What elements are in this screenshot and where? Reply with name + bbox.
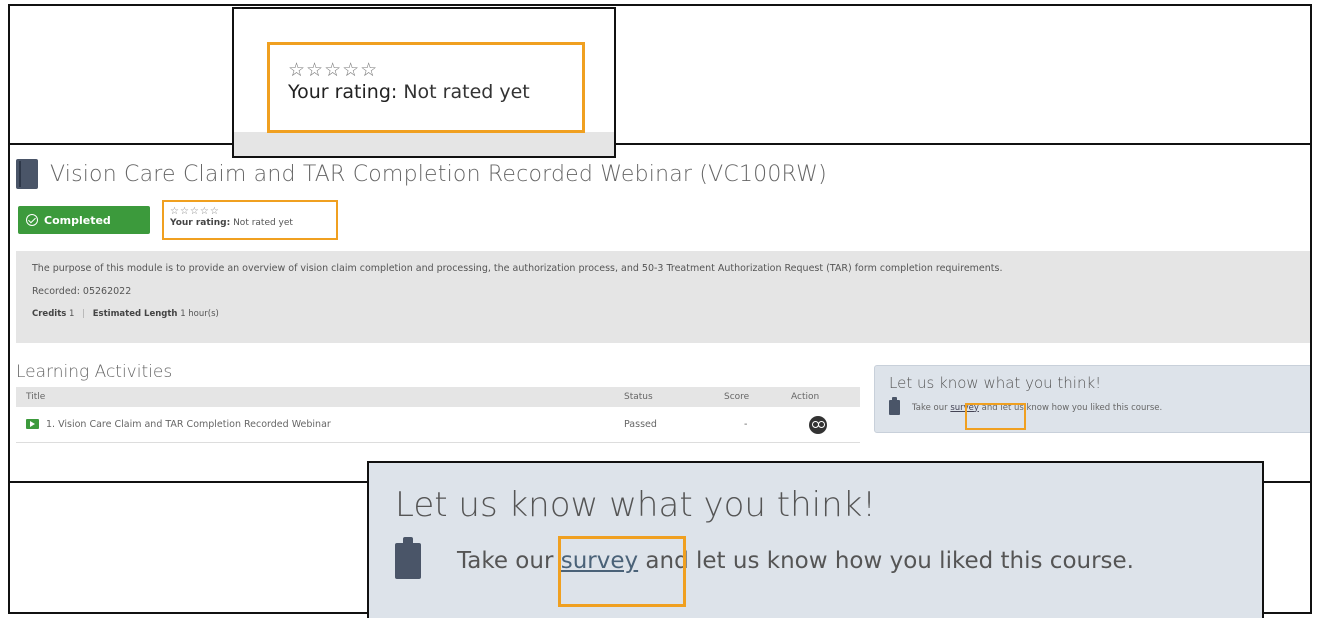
view-action-icon[interactable]: [809, 416, 827, 434]
credits-value: 1: [69, 309, 75, 319]
inset-background-strip: [234, 132, 614, 156]
survey-highlight-box: [965, 403, 1026, 430]
column-score: Score: [724, 392, 750, 402]
check-circle-icon: [26, 214, 38, 226]
divider: |: [82, 309, 86, 319]
rating-stars[interactable]: ☆☆☆☆☆: [170, 206, 330, 218]
activity-status: Passed: [624, 419, 657, 430]
feedback-body-zoomed: Take our survey and let us know how you …: [395, 537, 1236, 579]
rating-label-zoomed: Your rating:: [288, 81, 398, 103]
column-title: Title: [26, 392, 46, 402]
clipboard-icon: [395, 537, 421, 579]
rating-text: Your rating: Not rated yet: [170, 218, 330, 228]
feedback-zoom-inset: Let us know what you think! Take our sur…: [367, 461, 1264, 618]
book-icon: [16, 159, 38, 189]
rating-highlight-box: ☆☆☆☆☆ Your rating: Not rated yet: [267, 42, 585, 133]
course-description: The purpose of this module is to provide…: [16, 251, 1310, 343]
description-text: The purpose of this module is to provide…: [32, 263, 1003, 274]
feedback-text-before-zoomed: Take our: [457, 548, 561, 574]
credits-label: Credits: [32, 309, 67, 319]
activity-score: -: [744, 419, 748, 430]
rating-label: Your rating:: [170, 218, 231, 228]
completed-label: Completed: [44, 213, 111, 227]
credits-line: Credits 1 | Estimated Length 1 hour(s): [32, 309, 1296, 319]
presentation-icon: [26, 419, 39, 429]
column-action: Action: [791, 392, 820, 402]
clipboard-icon: [889, 397, 900, 415]
feedback-body: Take our survey and let us know how you …: [889, 397, 1309, 415]
status-row: Completed ☆☆☆☆☆ Your rating: Not rated y…: [18, 200, 338, 240]
length-value: 1 hour(s): [180, 309, 219, 319]
activity-title[interactable]: 1. Vision Care Claim and TAR Completion …: [46, 419, 331, 430]
course-header: Vision Care Claim and TAR Completion Rec…: [16, 159, 827, 189]
course-page: Vision Care Claim and TAR Completion Rec…: [8, 143, 1312, 483]
learning-activities-table: Title Status Score Action 1. Vision Care…: [16, 387, 860, 443]
course-title: Vision Care Claim and TAR Completion Rec…: [50, 161, 827, 187]
feedback-text-after-zoomed: and let us know how you liked this cours…: [638, 548, 1134, 574]
feedback-text-before: Take our: [912, 402, 951, 413]
feedback-panel: Let us know what you think! Take our sur…: [874, 365, 1310, 433]
rating-text-zoomed: Your rating: Not rated yet: [288, 81, 564, 103]
rating-widget[interactable]: ☆☆☆☆☆ Your rating: Not rated yet: [162, 200, 338, 240]
learning-activities-title: Learning Activities: [16, 362, 173, 382]
length-label: Estimated Length: [92, 309, 178, 319]
recorded-date: Recorded: 05262022: [32, 286, 132, 297]
table-row: 1. Vision Care Claim and TAR Completion …: [16, 407, 860, 443]
feedback-heading-zoomed: Let us know what you think!: [395, 485, 876, 525]
survey-highlight-box-zoomed: [558, 536, 686, 607]
table-header: Title Status Score Action: [16, 387, 860, 407]
rating-stars-zoomed[interactable]: ☆☆☆☆☆: [288, 59, 564, 81]
column-status: Status: [624, 392, 653, 402]
rating-value-zoomed: Not rated yet: [403, 81, 530, 103]
rating-value: Not rated yet: [233, 218, 293, 228]
feedback-heading: Let us know what you think!: [889, 374, 1102, 392]
rating-zoom-inset: ☆☆☆☆☆ Your rating: Not rated yet: [232, 7, 616, 158]
completed-button[interactable]: Completed: [18, 206, 150, 234]
